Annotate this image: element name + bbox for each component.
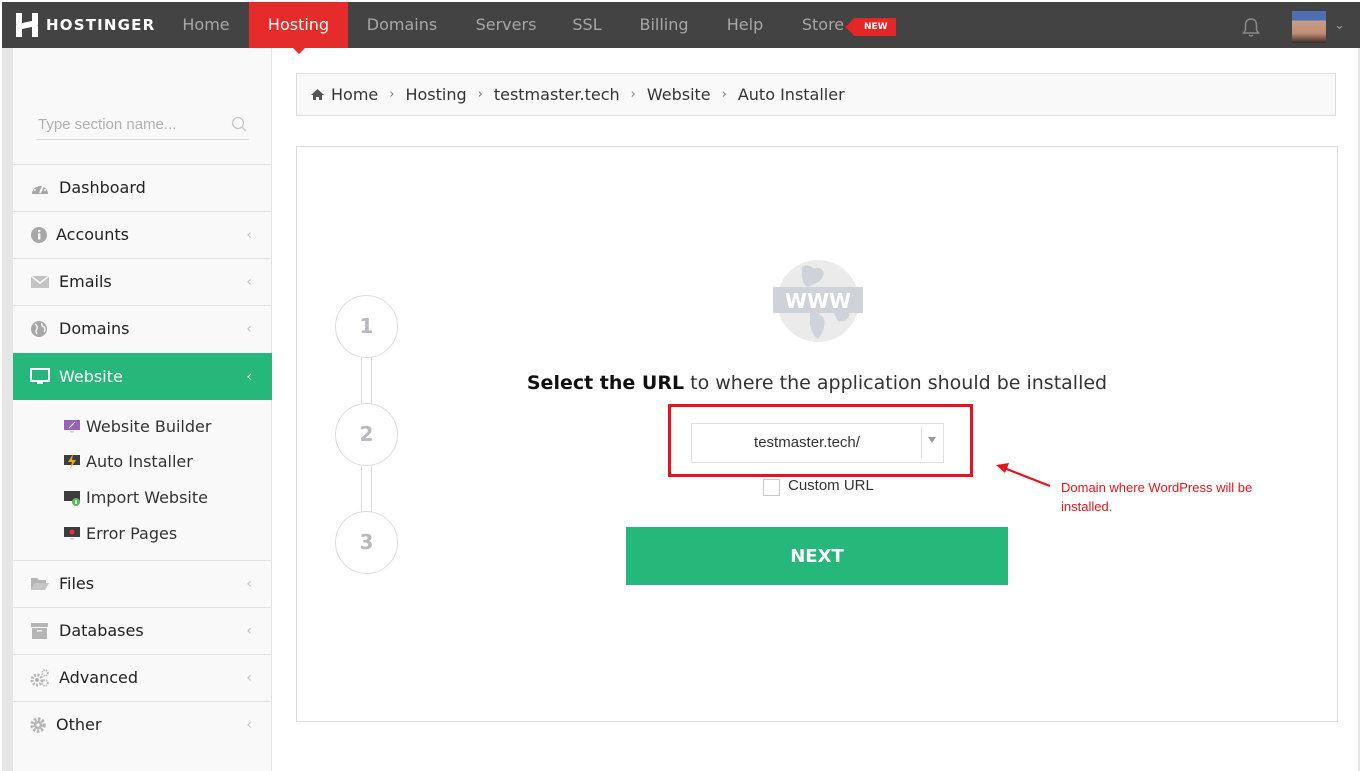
breadcrumb-separator: › xyxy=(630,87,636,102)
subitem-label: Auto Installer xyxy=(86,452,193,471)
bell-icon[interactable] xyxy=(1240,16,1262,38)
dashboard-icon xyxy=(32,185,48,194)
monitor-icon xyxy=(30,368,50,384)
nav-servers[interactable]: Servers xyxy=(460,2,552,48)
chevron-left-icon: ‹ xyxy=(246,576,252,592)
sidebar-item-label: Databases xyxy=(59,621,144,640)
home-icon xyxy=(311,89,324,100)
sidebar-item-files[interactable]: Files ‹ xyxy=(13,560,272,607)
gears-icon xyxy=(30,669,49,687)
step-connector xyxy=(361,355,372,408)
brand-name: HOSTINGER xyxy=(46,16,156,34)
custom-url-checkbox[interactable] xyxy=(763,479,780,496)
chevron-down-icon[interactable]: ⌄ xyxy=(1334,18,1345,33)
sidebar-item-label: Files xyxy=(59,574,95,593)
url-select[interactable]: testmaster.tech/ xyxy=(691,423,944,463)
sidebar-item-emails[interactable]: Emails ‹ xyxy=(13,258,272,305)
chevron-left-icon: ‹ xyxy=(246,227,252,243)
sidebar-item-other[interactable]: Other ‹ xyxy=(13,701,272,748)
heading-rest: to where the application should be insta… xyxy=(684,372,1108,394)
import-website-icon xyxy=(64,491,80,506)
breadcrumb-separator: › xyxy=(721,87,727,102)
sidebar-item-label: Website xyxy=(59,367,123,386)
next-button[interactable]: NEXT xyxy=(626,527,1008,585)
breadcrumb-domain[interactable]: testmaster.tech xyxy=(494,85,620,104)
folder-open-icon xyxy=(31,578,49,590)
breadcrumb-current: Auto Installer xyxy=(737,85,845,104)
nav-hosting[interactable]: Hosting xyxy=(249,2,348,54)
subitem-label: Error Pages xyxy=(86,524,178,543)
globe-icon xyxy=(31,321,47,337)
breadcrumb: Home › Hosting › testmaster.tech › Websi… xyxy=(296,73,1336,116)
error-pages-icon xyxy=(64,527,80,540)
sidebar-item-label: Other xyxy=(56,715,102,734)
step-3: 3 xyxy=(335,511,398,574)
sidebar-item-website[interactable]: Website ‹ xyxy=(13,353,272,400)
heading-bold: Select the URL xyxy=(526,372,685,394)
step-1: 1 xyxy=(335,295,398,358)
nav-home[interactable]: Home xyxy=(167,2,245,48)
envelope-icon xyxy=(30,275,50,288)
step-2: 2 xyxy=(335,403,398,466)
sidebar: Dashboard Accounts ‹ Emails ‹ Domains ‹ xyxy=(13,48,272,771)
nav-domains[interactable]: Domains xyxy=(352,2,452,48)
www-globe-icon: WWW xyxy=(773,260,863,342)
info-icon xyxy=(31,227,47,243)
chevron-left-icon: ‹ xyxy=(246,623,252,639)
breadcrumb-home[interactable]: Home xyxy=(331,85,378,104)
custom-url-label[interactable]: Custom URL xyxy=(788,477,874,494)
sidebar-edge xyxy=(2,48,13,771)
sidebar-item-accounts[interactable]: Accounts ‹ xyxy=(13,211,272,258)
page-scrollbar[interactable] xyxy=(1358,48,1360,771)
subitem-label: Website Builder xyxy=(86,417,212,436)
gear-icon xyxy=(30,717,46,733)
breadcrumb-hosting[interactable]: Hosting xyxy=(405,85,466,104)
section-search xyxy=(36,110,249,140)
sidebar-item-label: Advanced xyxy=(59,668,139,687)
sidebar-item-label: Accounts xyxy=(56,225,129,244)
breadcrumb-separator: › xyxy=(389,87,395,102)
nav-billing[interactable]: Billing xyxy=(624,2,704,48)
top-navbar: HOSTINGER Home Hosting Domains Servers S… xyxy=(2,2,1360,54)
search-icon[interactable] xyxy=(231,116,247,132)
nav-ssl[interactable]: SSL xyxy=(560,2,614,48)
website-builder-icon xyxy=(64,420,80,433)
chevron-left-icon: ‹ xyxy=(246,274,252,290)
archive-icon xyxy=(31,623,48,639)
breadcrumb-separator: › xyxy=(477,87,483,102)
step-connector xyxy=(361,462,372,516)
dropdown-arrow-icon[interactable] xyxy=(928,437,936,443)
user-avatar[interactable] xyxy=(1292,11,1326,43)
step-heading: Select the URL to where the application … xyxy=(420,372,1214,394)
url-select-value: testmaster.tech/ xyxy=(754,434,860,451)
sidebar-item-databases[interactable]: Databases ‹ xyxy=(13,607,272,654)
sidebar-item-label: Domains xyxy=(59,319,130,338)
section-search-input[interactable] xyxy=(36,110,226,138)
sidebar-item-advanced[interactable]: Advanced ‹ xyxy=(13,654,272,701)
annotation-arrow-icon xyxy=(996,463,1051,488)
chevron-left-icon: ‹ xyxy=(246,717,252,733)
hostinger-logo-icon xyxy=(16,13,38,37)
svg-text:WWW: WWW xyxy=(785,289,851,313)
nav-help[interactable]: Help xyxy=(714,2,776,48)
annotation-text: Domain where WordPress will be installed… xyxy=(1061,480,1253,514)
auto-installer-icon xyxy=(64,454,80,469)
sidebar-item-dashboard[interactable]: Dashboard xyxy=(13,164,272,211)
sidebar-item-label: Dashboard xyxy=(59,178,146,197)
hostinger-logo[interactable]: HOSTINGER xyxy=(16,12,155,38)
subitem-label: Import Website xyxy=(86,488,208,507)
chevron-left-icon: ‹ xyxy=(246,369,252,385)
chevron-left-icon: ‹ xyxy=(246,670,252,686)
breadcrumb-website[interactable]: Website xyxy=(647,85,711,104)
new-badge: NEW xyxy=(854,18,896,36)
select-divider xyxy=(921,427,922,459)
sidebar-item-label: Emails xyxy=(59,272,112,291)
chevron-left-icon: ‹ xyxy=(246,321,252,337)
sidebar-item-domains[interactable]: Domains ‹ xyxy=(13,305,272,352)
